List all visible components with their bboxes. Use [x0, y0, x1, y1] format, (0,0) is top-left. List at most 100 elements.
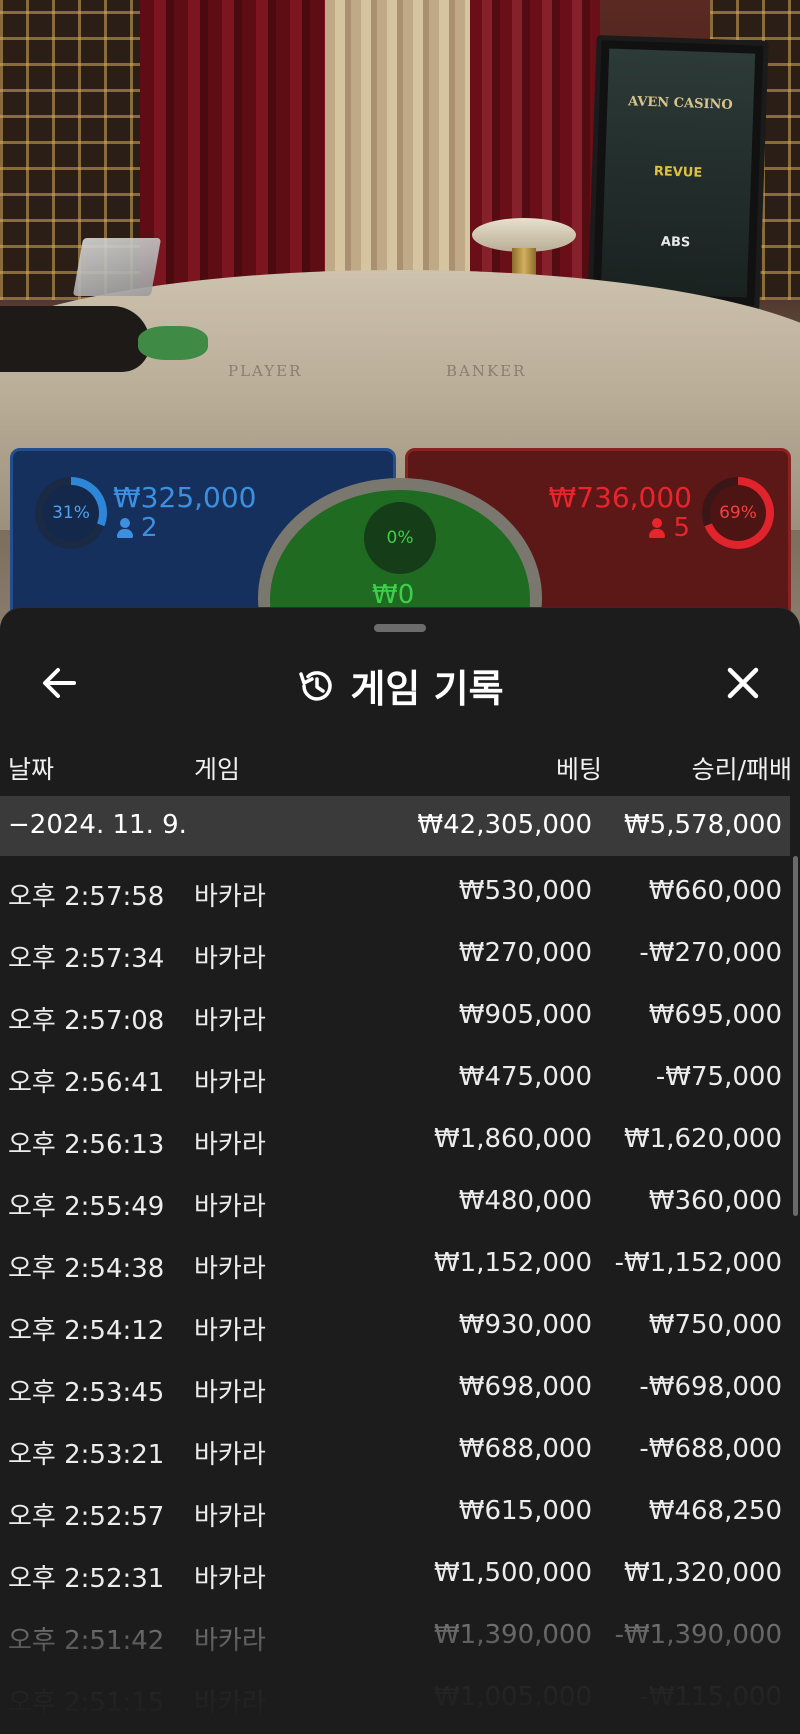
felt-label-player: PLAYER: [228, 362, 303, 380]
row-time: 오후 2:53:21: [8, 1440, 165, 1470]
row-time: 오후 2:51:42: [8, 1626, 165, 1656]
row-game: 바카라: [194, 1688, 266, 1718]
table-row[interactable]: 오후 2:56:41 바카라 ₩475,000 -₩75,000: [0, 1042, 790, 1104]
row-win-loss: -₩1,152,000: [614, 1248, 782, 1278]
table-row[interactable]: 오후 2:56:13 바카라 ₩1,860,000 ₩1,620,000: [0, 1104, 790, 1166]
row-game: 바카라: [194, 944, 266, 974]
player-count: 2: [117, 513, 158, 543]
banker-percent: 69%: [719, 503, 757, 523]
scrollbar[interactable]: [793, 856, 798, 1216]
row-game: 바카라: [194, 1068, 266, 1098]
row-bet: ₩698,000: [458, 1372, 592, 1402]
card-shoe: [72, 238, 162, 296]
row-bet: ₩480,000: [458, 1186, 592, 1216]
row-win-loss: ₩1,320,000: [623, 1558, 782, 1588]
row-time: 오후 2:53:45: [8, 1378, 165, 1408]
row-time: 오후 2:55:49: [8, 1192, 165, 1222]
day-total-win-loss: ₩5,578,000: [623, 810, 782, 840]
row-time: 오후 2:57:34: [8, 944, 165, 974]
banker-percent-ring: 69%: [702, 477, 774, 549]
row-game: 바카라: [194, 1564, 266, 1594]
table-row[interactable]: 오후 2:53:45 바카라 ₩698,000 -₩698,000: [0, 1352, 790, 1414]
table-row[interactable]: 오후 2:52:57 바카라 ₩615,000 ₩468,250: [0, 1476, 790, 1538]
felt-label-banker: BANKER: [446, 362, 527, 380]
row-bet: ₩270,000: [458, 938, 592, 968]
person-icon: [649, 518, 666, 538]
row-game: 바카라: [194, 1006, 266, 1036]
row-time: 오후 2:56:13: [8, 1130, 165, 1160]
row-time: 오후 2:56:41: [8, 1068, 165, 1098]
row-bet: ₩1,500,000: [433, 1558, 592, 1588]
row-win-loss: ₩695,000: [648, 1000, 782, 1030]
monitor-logo-abs: ABS: [660, 234, 691, 251]
row-bet: ₩905,000: [458, 1000, 592, 1030]
table-row[interactable]: 오후 2:57:34 바카라 ₩270,000 -₩270,000: [0, 918, 790, 980]
person-icon: [117, 518, 133, 538]
sheet-header: 게임 기록: [0, 648, 800, 718]
player-percent-ring: 31%: [35, 477, 107, 549]
row-bet: ₩475,000: [458, 1062, 592, 1092]
row-time: 오후 2:54:12: [8, 1316, 165, 1346]
day-group-row[interactable]: −2024. 11. 9. ₩42,305,000 ₩5,578,000: [0, 796, 790, 856]
table-row[interactable]: 오후 2:52:31 바카라 ₩1,500,000 ₩1,320,000: [0, 1538, 790, 1600]
banker-count: 5: [649, 513, 690, 543]
tie-percent-ring: 0%: [364, 502, 436, 574]
row-bet: ₩688,000: [458, 1434, 592, 1464]
row-time: 오후 2:52:57: [8, 1502, 165, 1532]
col-bet: 베팅: [555, 755, 602, 784]
row-game: 바카라: [194, 1316, 266, 1346]
player-count-value: 2: [141, 513, 158, 543]
row-time: 오후 2:54:38: [8, 1254, 165, 1284]
player-total-amount: ₩325,000: [113, 481, 257, 514]
close-button[interactable]: [718, 660, 768, 706]
table-row[interactable]: 오후 2:53:21 바카라 ₩688,000 -₩688,000: [0, 1414, 790, 1476]
table-row[interactable]: 오후 2:51:42 바카라 ₩1,390,000 -₩1,390,000: [0, 1600, 790, 1662]
row-win-loss: ₩1,620,000: [623, 1124, 782, 1154]
banker-count-value: 5: [673, 513, 690, 543]
player-percent: 31%: [52, 503, 90, 523]
monitor-logo-aven: AVEN CASINO: [627, 94, 733, 114]
row-game: 바카라: [194, 1440, 266, 1470]
row-bet: ₩1,005,000: [433, 1682, 592, 1712]
table-row[interactable]: 오후 2:54:38 바카라 ₩1,152,000 -₩1,152,000: [0, 1228, 790, 1290]
promo-monitor: AVEN CASINO REVUE ABS: [587, 35, 769, 311]
row-win-loss: -₩1,390,000: [614, 1620, 782, 1650]
row-time: 오후 2:52:31: [8, 1564, 165, 1594]
col-win-loss: 승리/패배: [691, 755, 792, 784]
table-row[interactable]: 오후 2:55:49 바카라 ₩480,000 ₩360,000: [0, 1166, 790, 1228]
table-row[interactable]: 오후 2:54:12 바카라 ₩930,000 ₩750,000: [0, 1290, 790, 1352]
row-game: 바카라: [194, 1254, 266, 1284]
row-bet: ₩930,000: [458, 1310, 592, 1340]
row-time: 오후 2:57:58: [8, 882, 165, 912]
row-win-loss: ₩660,000: [648, 876, 782, 906]
row-bet: ₩1,860,000: [433, 1124, 592, 1154]
row-bet: ₩1,390,000: [433, 1620, 592, 1650]
history-rows: 오후 2:57:58 바카라 ₩530,000 ₩660,000 오후 2:57:34 바…: [0, 856, 790, 1724]
row-game: 바카라: [194, 1192, 266, 1222]
row-win-loss: ₩750,000: [648, 1310, 782, 1340]
game-history-sheet: 게임 기록 날짜 게임 베팅 승리/패배 −2024. 11. 9. ₩42,3…: [0, 607, 800, 1734]
row-win-loss: -₩270,000: [639, 938, 782, 968]
dealer-arm: [0, 306, 150, 372]
row-game: 바카라: [194, 1378, 266, 1408]
banker-total-amount: ₩736,000: [548, 481, 692, 514]
day-total-bet: ₩42,305,000: [417, 810, 592, 840]
row-game: 바카라: [194, 1130, 266, 1160]
row-game: 바카라: [194, 882, 266, 912]
day-date: −2024. 11. 9.: [8, 810, 187, 840]
sheet-drag-handle[interactable]: [374, 624, 426, 632]
stool: [472, 218, 576, 252]
tie-total-amount: ₩0: [372, 580, 415, 610]
row-win-loss: ₩468,250: [648, 1496, 782, 1526]
close-icon: [727, 667, 759, 699]
table-row[interactable]: 오후 2:57:58 바카라 ₩530,000 ₩660,000: [0, 856, 790, 918]
row-time: 오후 2:57:08: [8, 1006, 165, 1036]
table-row[interactable]: 오후 2:57:08 바카라 ₩905,000 ₩695,000: [0, 980, 790, 1042]
table-row[interactable]: 오후 2:51:15 바카라 ₩1,005,000 -₩115,000: [0, 1662, 790, 1724]
row-win-loss: -₩688,000: [639, 1434, 782, 1464]
row-bet: ₩530,000: [458, 876, 592, 906]
row-win-loss: -₩698,000: [639, 1372, 782, 1402]
table-header: 날짜 게임 베팅 승리/패배: [0, 750, 800, 790]
col-date: 날짜: [8, 755, 55, 784]
row-win-loss: ₩360,000: [648, 1186, 782, 1216]
